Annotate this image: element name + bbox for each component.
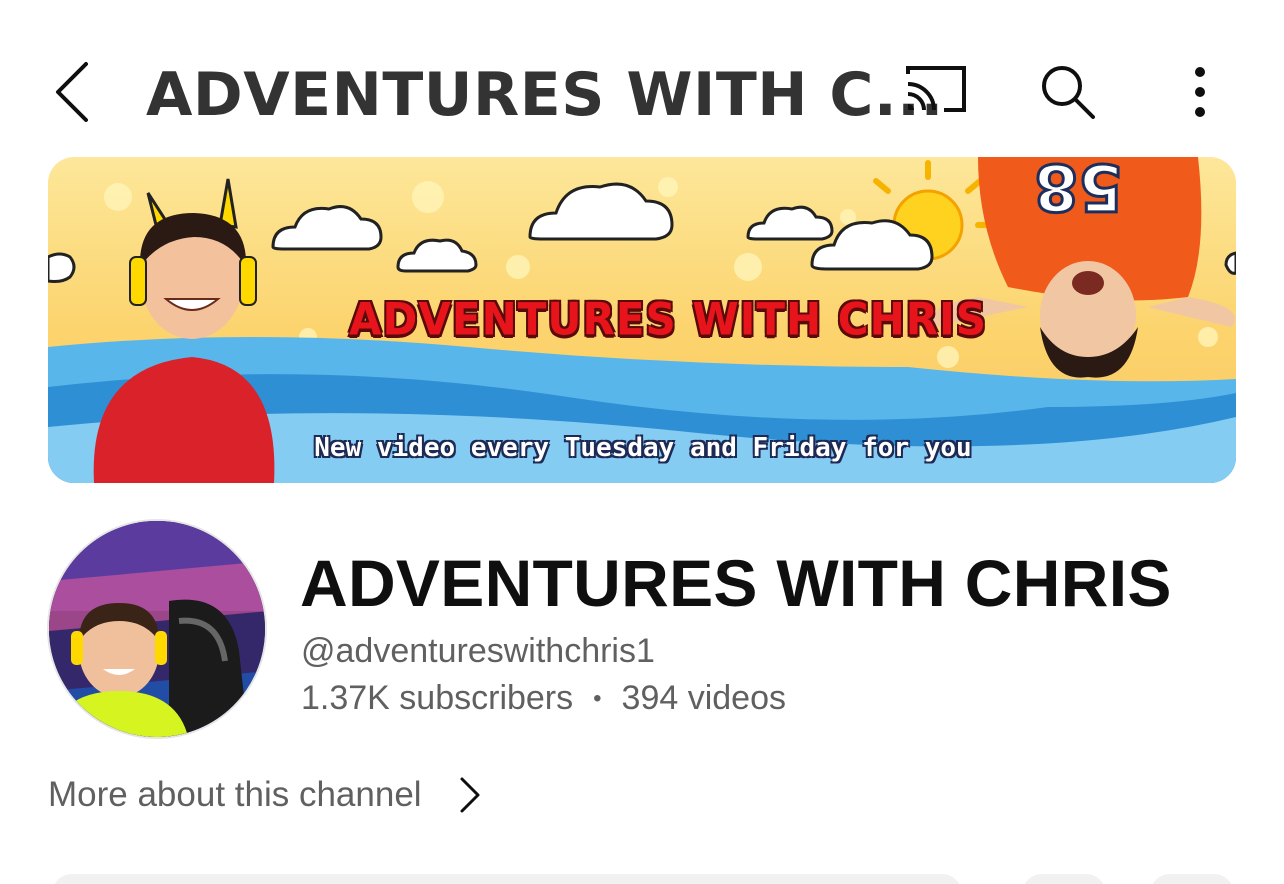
top-app-bar: ADVENTURES WITH C... xyxy=(0,40,1284,144)
banner-title: ADVENTURES WITH CHRIS xyxy=(349,293,987,346)
action-button-peek[interactable] xyxy=(52,874,962,884)
stats-separator: • xyxy=(593,684,602,712)
banner-tagline: New video every Tuesday and Friday for y… xyxy=(314,433,972,463)
channel-banner[interactable]: 58 ADVENTURES WITH CHRIS New video every… xyxy=(48,157,1236,483)
page-title: ADVENTURES WITH C... xyxy=(146,60,944,130)
subscriber-count: 1.37K subscribers xyxy=(301,679,574,717)
cast-button[interactable] xyxy=(896,58,976,122)
channel-stats: 1.37K subscribers • 394 videos xyxy=(301,679,786,718)
more-about-channel-link[interactable]: More about this channel xyxy=(48,770,488,820)
channel-name: ADVENTURES WITH CHRIS xyxy=(300,546,1172,620)
channel-avatar[interactable] xyxy=(47,519,267,739)
search-icon xyxy=(1042,66,1095,119)
channel-handle: @adventureswithchris1 xyxy=(301,632,655,670)
cast-icon xyxy=(906,66,966,112)
avatar-image xyxy=(49,521,265,737)
search-button[interactable] xyxy=(1030,56,1106,128)
video-count: 394 videos xyxy=(621,679,787,717)
more-options-button[interactable] xyxy=(1172,56,1228,128)
back-button[interactable] xyxy=(44,56,100,128)
more-vertical-icon xyxy=(1195,67,1205,117)
left-kid-graphic xyxy=(93,178,275,483)
more-about-label: More about this channel xyxy=(48,775,422,814)
back-chevron-icon xyxy=(56,62,88,122)
action-button-peek[interactable] xyxy=(1022,874,1106,884)
action-button-peek[interactable] xyxy=(1150,874,1234,884)
jersey-number: 58 xyxy=(1034,157,1123,223)
chevron-right-icon xyxy=(458,773,488,817)
